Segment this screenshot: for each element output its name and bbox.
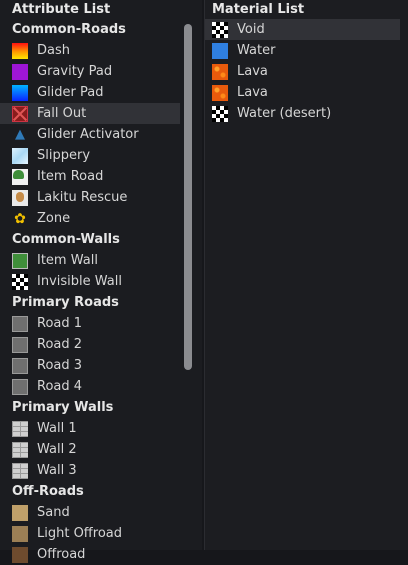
road-icon xyxy=(12,336,28,353)
item-wall-icon xyxy=(12,252,28,269)
attribute-item-label: Road 2 xyxy=(37,337,83,352)
material-item-lava[interactable]: Lava xyxy=(205,82,400,103)
attribute-item-label: Dash xyxy=(37,43,70,58)
material-item-label: Water (desert) xyxy=(237,106,332,121)
material-list: Void Water Lava Lava Water (desert) xyxy=(205,19,400,124)
checker-icon xyxy=(212,21,228,38)
attribute-item-dash[interactable]: Dash xyxy=(0,40,180,61)
attribute-item-slippery[interactable]: Slippery xyxy=(0,145,180,166)
attribute-item-wall-2[interactable]: Wall 2 xyxy=(0,439,180,460)
category-off-roads: Off-Roads xyxy=(12,484,84,499)
attribute-item-sand[interactable]: Sand xyxy=(0,502,180,523)
attribute-item-label: Wall 2 xyxy=(37,442,77,457)
material-list-panel: Material List Void Water Lava Lava Water (de… xyxy=(204,0,408,550)
road-icon xyxy=(12,378,28,395)
lava-icon xyxy=(212,63,228,80)
checker-icon xyxy=(212,105,228,122)
attribute-item-label: Fall Out xyxy=(37,106,87,121)
checker-icon xyxy=(12,273,28,290)
attribute-item-road-4[interactable]: Road 4 xyxy=(0,376,180,397)
category-primary-walls: Primary Walls xyxy=(12,400,114,415)
attribute-item-light-offroad[interactable]: Light Offroad xyxy=(0,523,180,544)
material-item-water-desert[interactable]: Water (desert) xyxy=(205,103,400,124)
attribute-item-label: Glider Activator xyxy=(37,127,139,142)
attribute-item-label: Gravity Pad xyxy=(37,64,113,79)
sand-icon xyxy=(12,504,28,521)
lakitu-icon xyxy=(12,189,28,206)
attribute-item-wall-3[interactable]: Wall 3 xyxy=(0,460,180,481)
attribute-item-glider-activator[interactable]: ▲ Glider Activator xyxy=(0,124,180,145)
attribute-item-label: Invisible Wall xyxy=(37,274,122,289)
attribute-item-gravity-pad[interactable]: Gravity Pad xyxy=(0,61,180,82)
attribute-item-label: Item Road xyxy=(37,169,104,184)
attribute-item-label: Road 4 xyxy=(37,379,83,394)
attribute-list-title: Attribute List xyxy=(12,2,111,17)
road-icon xyxy=(12,357,28,374)
attribute-item-glider-pad[interactable]: Glider Pad xyxy=(0,82,180,103)
attribute-item-road-1[interactable]: Road 1 xyxy=(0,313,180,334)
attribute-item-item-wall[interactable]: Item Wall xyxy=(0,250,180,271)
fall-out-icon xyxy=(12,105,28,122)
material-item-label: Water xyxy=(237,43,276,58)
category-common-walls: Common-Walls xyxy=(12,232,120,247)
attribute-item-label: Lakitu Rescue xyxy=(37,190,128,205)
attribute-item-zone[interactable]: ✿ Zone xyxy=(0,208,180,229)
brick-wall-icon xyxy=(12,441,28,458)
attribute-list: Common-Roads Dash Gravity Pad Glider Pad Fal… xyxy=(0,19,180,565)
zone-icon: ✿ xyxy=(14,210,26,227)
attribute-item-label: Slippery xyxy=(37,148,91,163)
water-icon xyxy=(212,42,228,59)
attribute-item-offroad[interactable]: Offroad xyxy=(0,544,180,565)
attribute-item-label: Sand xyxy=(37,505,70,520)
attribute-item-invisible-wall[interactable]: Invisible Wall xyxy=(0,271,180,292)
offroad-icon xyxy=(12,546,28,563)
material-item-lava[interactable]: Lava xyxy=(205,61,400,82)
gravity-pad-icon xyxy=(12,63,28,80)
attribute-item-road-3[interactable]: Road 3 xyxy=(0,355,180,376)
attribute-item-item-road[interactable]: Item Road xyxy=(0,166,180,187)
lava-icon xyxy=(212,84,228,101)
brick-wall-icon xyxy=(12,462,28,479)
light-offroad-icon xyxy=(12,525,28,542)
brick-wall-icon xyxy=(12,420,28,437)
glider-activator-icon: ▲ xyxy=(15,127,25,142)
attribute-item-fall-out[interactable]: Fall Out xyxy=(0,103,180,124)
attribute-item-road-2[interactable]: Road 2 xyxy=(0,334,180,355)
dash-gradient-icon xyxy=(12,42,28,59)
slippery-icon xyxy=(12,147,28,164)
category-primary-roads: Primary Roads xyxy=(12,295,119,310)
attribute-item-label: Glider Pad xyxy=(37,85,104,100)
attribute-item-label: Light Offroad xyxy=(37,526,122,541)
attribute-item-label: Item Wall xyxy=(37,253,98,268)
material-list-title: Material List xyxy=(212,2,305,17)
item-road-icon xyxy=(12,168,28,185)
material-item-void[interactable]: Void xyxy=(205,19,400,40)
attribute-item-lakitu-rescue[interactable]: Lakitu Rescue xyxy=(0,187,180,208)
attribute-item-label: Zone xyxy=(37,211,71,226)
attribute-item-label: Road 1 xyxy=(37,316,83,331)
material-item-label: Lava xyxy=(237,64,268,79)
attribute-item-label: Offroad xyxy=(37,547,86,562)
material-item-water[interactable]: Water xyxy=(205,40,400,61)
attribute-list-panel: Attribute List Common-Roads Dash Gravity P… xyxy=(0,0,202,563)
category-common-roads: Common-Roads xyxy=(12,22,126,37)
attribute-item-label: Wall 3 xyxy=(37,463,77,478)
material-item-label: Void xyxy=(237,22,265,37)
attribute-list-scrollbar[interactable] xyxy=(184,24,192,370)
attribute-item-label: Wall 1 xyxy=(37,421,77,436)
glider-pad-icon xyxy=(12,84,28,101)
material-item-label: Lava xyxy=(237,85,268,100)
road-icon xyxy=(12,315,28,332)
attribute-item-label: Road 3 xyxy=(37,358,83,373)
attribute-item-wall-1[interactable]: Wall 1 xyxy=(0,418,180,439)
